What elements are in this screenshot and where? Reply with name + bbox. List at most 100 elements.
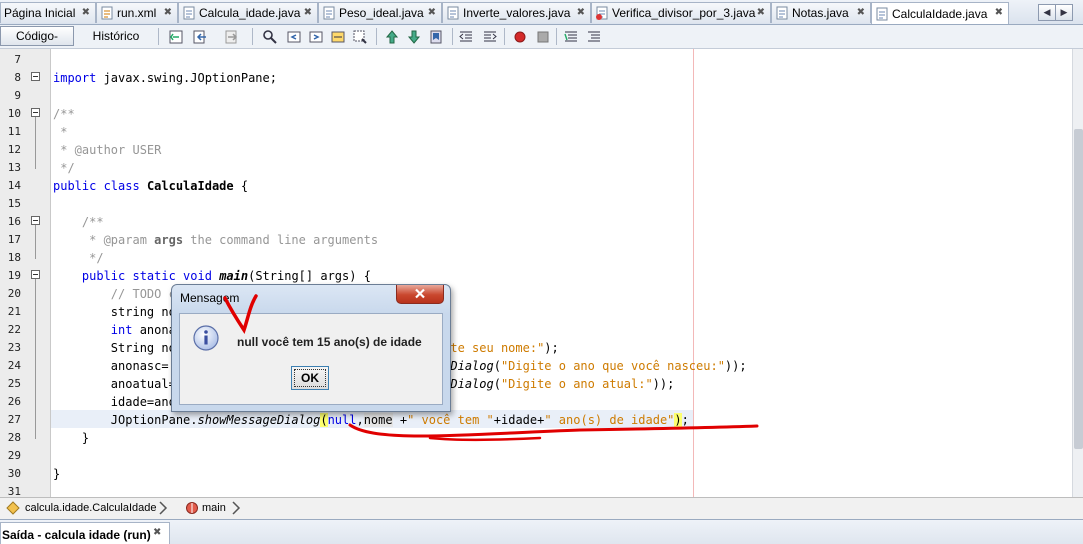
tab-label: Peso_ideal.java: [339, 6, 424, 20]
ok-button[interactable]: OK: [291, 366, 329, 390]
close-icon[interactable]: ✖: [428, 7, 436, 18]
line-number: 10: [7, 107, 21, 120]
fold-marker[interactable]: [31, 72, 40, 81]
code-line: JOptionPane.showMessageDialog(null,nome …: [53, 413, 689, 427]
next-bookmark-icon[interactable]: [406, 29, 422, 45]
editor-toolbar: Código-Fonte Histórico: [0, 25, 1083, 61]
toolbar-separator: [252, 28, 253, 45]
fold-guide: [35, 225, 36, 259]
tab-notas-java[interactable]: Notas.java ✖: [771, 2, 871, 23]
java-file-icon: [776, 6, 788, 20]
tab-label: Verifica_divisor_por_3.java: [612, 6, 756, 20]
dialog-close-button[interactable]: [396, 285, 444, 304]
line-number: 30: [7, 467, 21, 480]
toolbar-separator: [504, 28, 505, 45]
shift-left-icon[interactable]: [458, 29, 474, 45]
tab-label: Notas.java: [792, 6, 849, 20]
code-line: /**: [53, 107, 75, 121]
tab-pagina-inicial[interactable]: Página Inicial ✖: [0, 2, 96, 23]
close-icon[interactable]: ✖: [304, 7, 312, 18]
code-editor[interactable]: 7 8 9 10 11 12 13 14 15 16 17 18 19 20 21 22 23 24 25 26 27 2…: [0, 49, 1083, 498]
scroll-tabs-left-button[interactable]: ◀: [1038, 4, 1056, 21]
java-file-icon: [596, 6, 608, 20]
close-icon[interactable]: ✖: [153, 527, 161, 538]
line-number: 13: [7, 161, 21, 174]
code-line: */: [53, 161, 75, 175]
source-view-button[interactable]: Código-Fonte: [0, 26, 74, 61]
fold-marker[interactable]: [31, 270, 40, 279]
toggle-highlight-icon[interactable]: [352, 29, 368, 45]
code-line: * @author USER: [53, 143, 162, 157]
line-number: 27: [7, 413, 21, 426]
previous-bookmark-icon[interactable]: [384, 29, 400, 45]
forward-icon[interactable]: [224, 29, 240, 45]
toggle-bookmark-icon[interactable]: [428, 29, 444, 45]
dialog-body: null você tem 15 ano(s) de idade OK: [179, 313, 443, 405]
line-number: 24: [7, 359, 21, 372]
line-number: 16: [7, 215, 21, 228]
output-tab[interactable]: Saída - calcula idade (run) ✖: [0, 522, 170, 544]
close-icon[interactable]: ✖: [757, 7, 765, 18]
close-icon[interactable]: ✖: [164, 7, 172, 18]
method-icon: [186, 502, 198, 514]
vertical-scrollbar[interactable]: [1072, 49, 1083, 497]
line-number: 28: [7, 431, 21, 444]
close-icon[interactable]: ✖: [857, 7, 865, 18]
tab-label: Calcula_idade.java: [199, 6, 301, 20]
find-next-icon[interactable]: [308, 29, 324, 45]
line-number: 21: [7, 305, 21, 318]
fold-marker[interactable]: [31, 216, 40, 225]
code-line: public class CalculaIdade {: [53, 179, 249, 193]
uncomment-icon[interactable]: [586, 29, 602, 45]
output-tab-label: Saída - calcula idade (run): [2, 528, 151, 542]
find-icon[interactable]: [262, 29, 278, 45]
find-previous-icon[interactable]: [286, 29, 302, 45]
dialog-message: null você tem 15 ano(s) de idade: [237, 335, 422, 349]
close-icon[interactable]: ✖: [577, 7, 585, 18]
start-macro-recording-icon[interactable]: [512, 29, 528, 45]
scroll-tabs-right-button[interactable]: ▶: [1055, 4, 1073, 21]
line-number: 20: [7, 287, 21, 300]
shift-right-icon[interactable]: [482, 29, 498, 45]
toolbar-separator: [376, 28, 377, 45]
tab-inverte-valores-java[interactable]: Inverte_valores.java ✖: [442, 2, 591, 23]
chevron-right-icon: [232, 501, 241, 515]
tab-verifica-divisor-java[interactable]: Verifica_divisor_por_3.java ✖: [591, 2, 771, 23]
code-line: public static void main(String[] args) {: [81, 269, 371, 283]
comment-icon[interactable]: [563, 29, 579, 45]
java-file-icon: [447, 6, 459, 20]
chevron-right-icon: [159, 501, 168, 515]
close-icon: [415, 288, 425, 299]
right-margin-guide: [693, 49, 694, 497]
line-number: 11: [7, 125, 21, 138]
line-number: 12: [7, 143, 21, 156]
line-number: 19: [7, 269, 21, 282]
tab-calculaidade-java[interactable]: CalculaIdade.java ✖: [871, 2, 1009, 24]
fold-marker[interactable]: [31, 108, 40, 117]
line-number: 18: [7, 251, 21, 264]
tab-run-xml[interactable]: run.xml ✖: [96, 2, 178, 23]
code-line: * @param args the command line arguments: [81, 233, 379, 247]
last-edit-icon[interactable]: [168, 29, 184, 45]
breadcrumb-method[interactable]: main: [202, 502, 226, 514]
line-number: 9: [14, 89, 21, 102]
scrollbar-thumb[interactable]: [1074, 129, 1083, 449]
tab-label: Inverte_valores.java: [463, 6, 571, 20]
fold-guide: [35, 279, 36, 439]
history-view-button[interactable]: Histórico: [82, 26, 150, 46]
code-line: }: [53, 467, 61, 481]
breadcrumb-class[interactable]: calcula.idade.CalculaIdade: [25, 502, 156, 514]
line-number: 25: [7, 377, 21, 390]
stop-macro-recording-icon[interactable]: [535, 29, 551, 45]
dialog-title: Mensagem: [180, 291, 240, 305]
line-number: 14: [7, 179, 21, 192]
toolbar-separator: [452, 28, 453, 45]
close-icon[interactable]: ✖: [995, 7, 1003, 18]
xml-file-icon: [101, 6, 113, 20]
tab-peso-ideal-java[interactable]: Peso_ideal.java ✖: [318, 2, 442, 23]
find-selection-icon[interactable]: [330, 29, 346, 45]
tab-calcula-idade-java[interactable]: Calcula_idade.java ✖: [178, 2, 318, 23]
java-file-icon: [183, 6, 195, 20]
back-icon[interactable]: [192, 29, 208, 45]
close-icon[interactable]: ✖: [82, 7, 90, 18]
